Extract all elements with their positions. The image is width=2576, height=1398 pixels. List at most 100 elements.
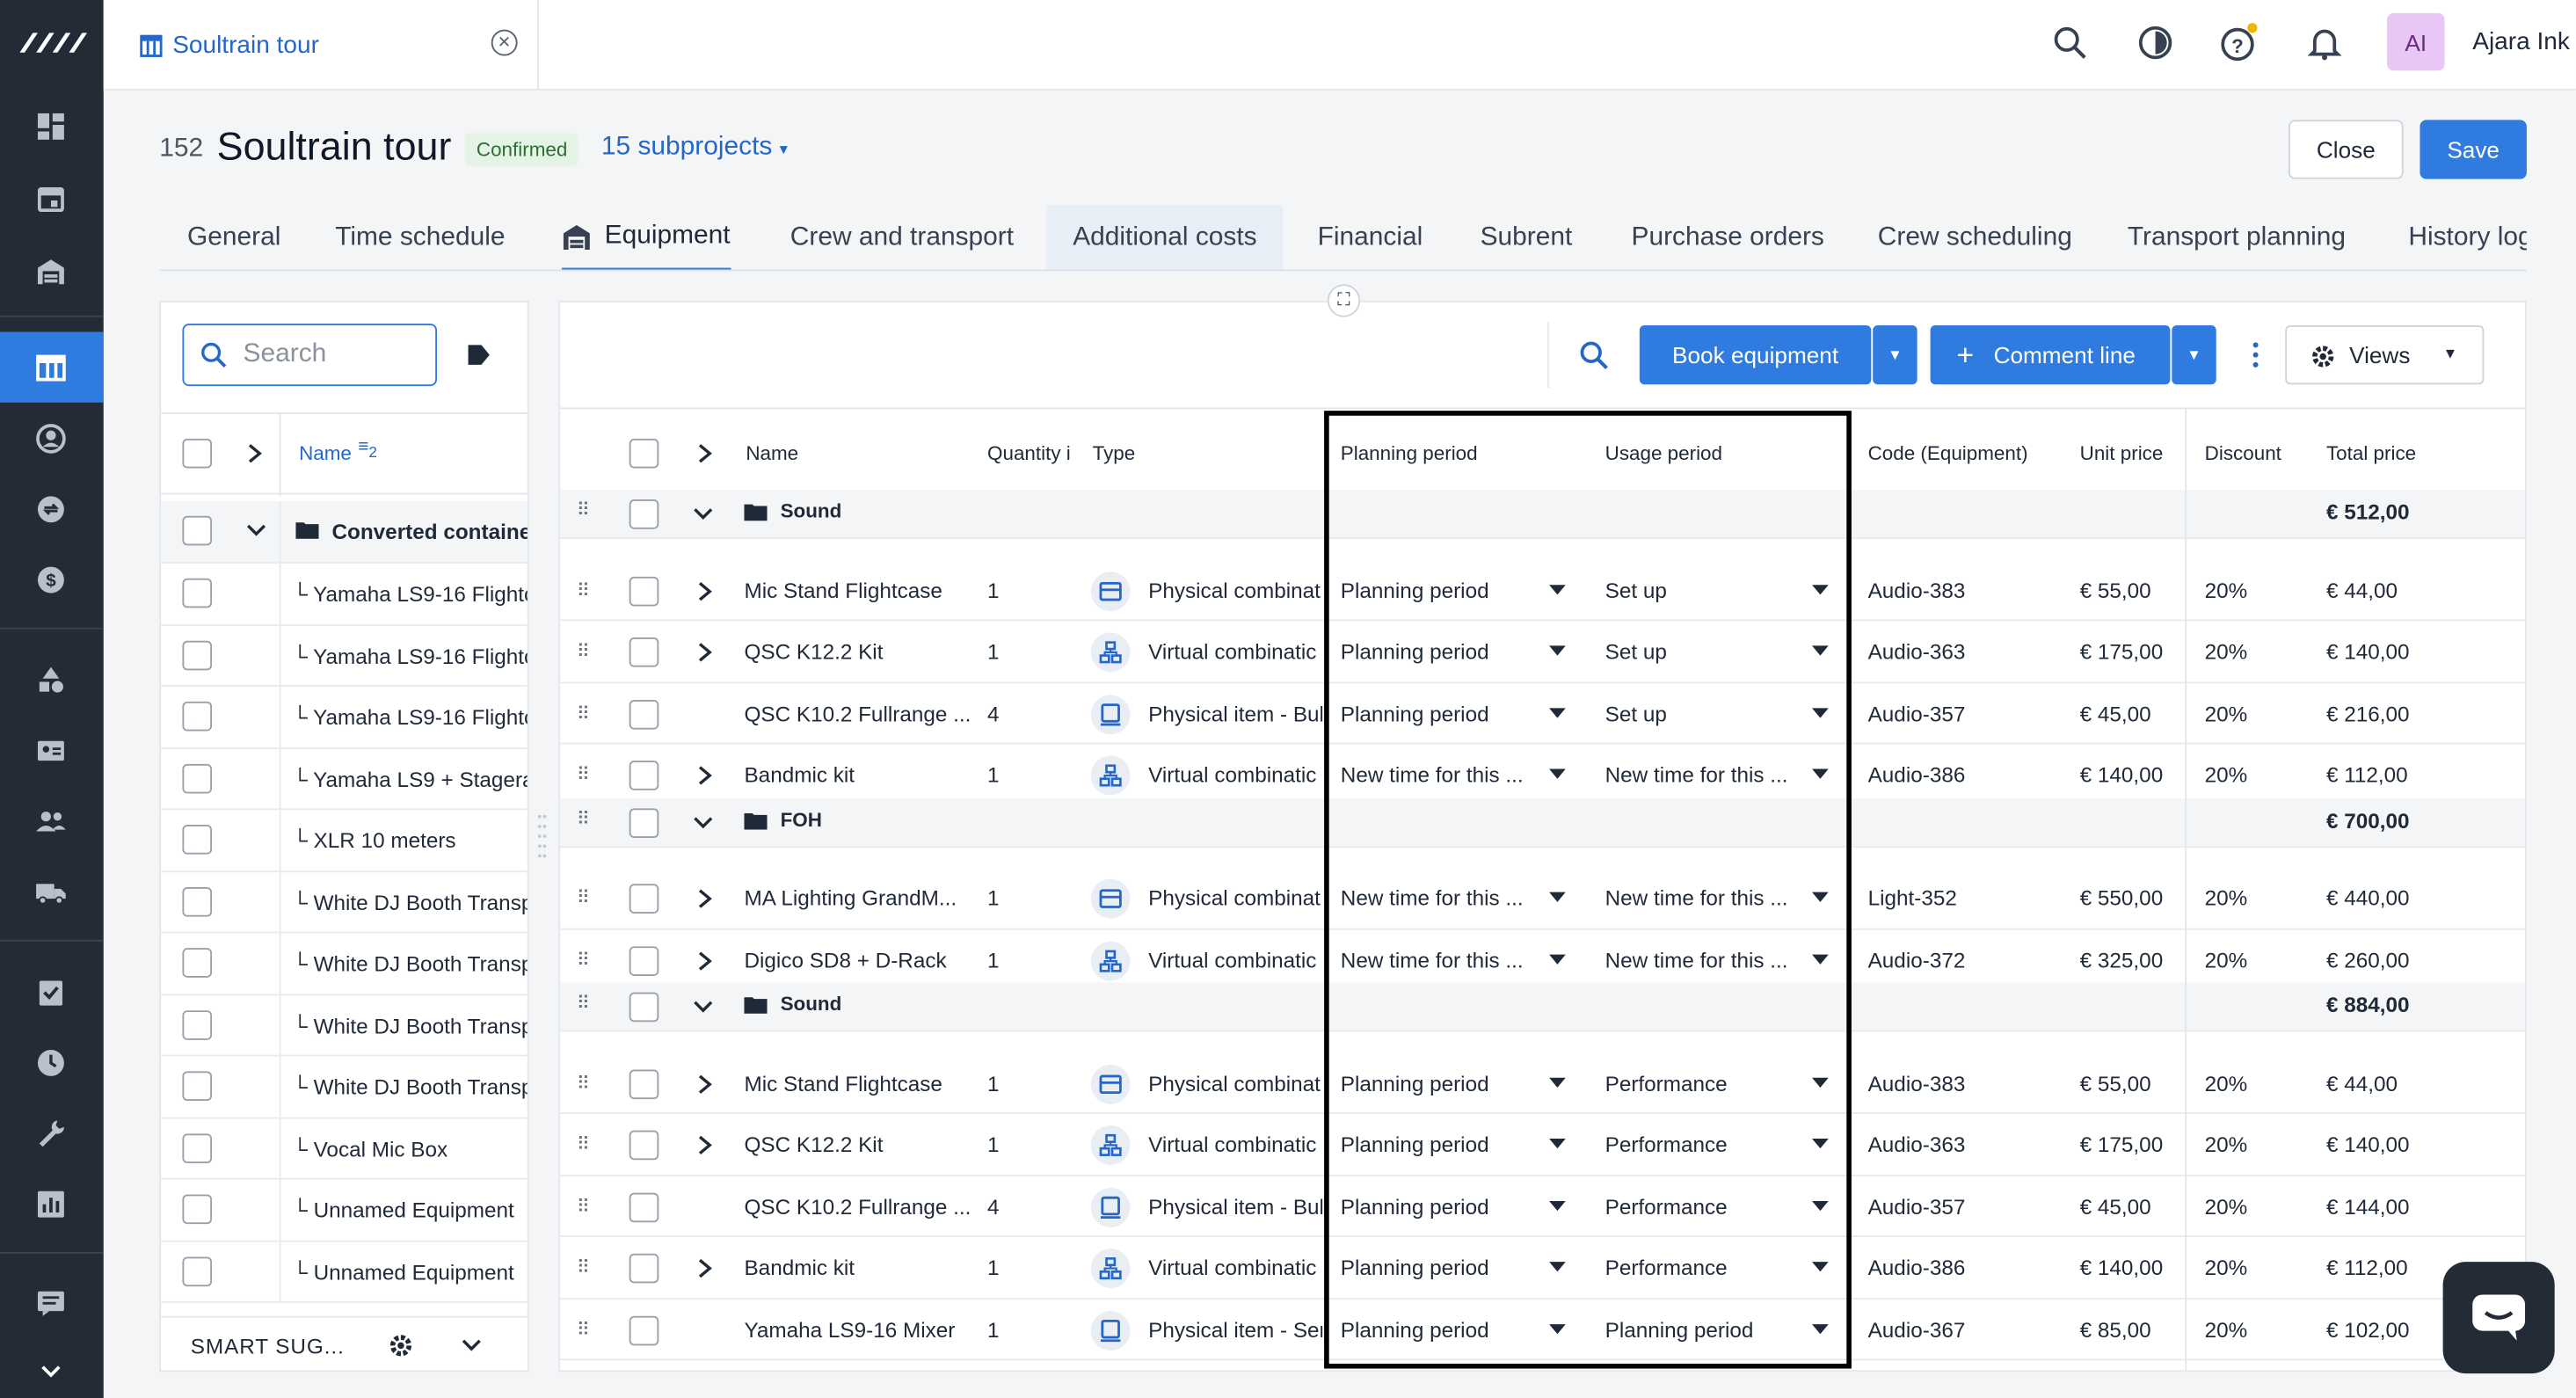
tab-transport-planning[interactable]: Transport planning [2128, 206, 2346, 270]
item-quantity[interactable]: 1 [987, 1256, 1000, 1280]
caret-down-icon[interactable] [1812, 953, 1829, 964]
app-logo[interactable] [13, 23, 92, 62]
tab-subrent[interactable]: Subrent [1481, 206, 1573, 270]
chevron-right-icon[interactable] [696, 950, 713, 970]
avatar[interactable]: AI [2387, 12, 2445, 71]
table-row[interactable]: ⠿ QSC K12.2 Kit 1 Virtual combinatic Plannin… [560, 621, 2526, 683]
row-checkbox[interactable] [629, 1130, 659, 1161]
planning-period-select[interactable]: New time for this ... [1341, 947, 1538, 972]
column-header-total-price[interactable]: Total price [2326, 442, 2416, 465]
caret-down-icon[interactable] [1549, 645, 1566, 656]
chevron-right-icon[interactable] [696, 889, 713, 908]
planning-period-select[interactable]: Planning period [1341, 701, 1538, 725]
caret-down-icon[interactable] [1549, 1200, 1566, 1211]
select-all-checkbox[interactable] [629, 438, 659, 469]
drag-handle-icon[interactable]: ⠿ [577, 499, 590, 521]
shapes-icon[interactable] [33, 662, 69, 698]
table-group-row[interactable]: ⠿ Sound € 884,00 [560, 982, 2526, 1032]
finance-icon[interactable]: $ [33, 562, 69, 598]
row-checkbox[interactable] [629, 761, 659, 790]
truck-icon[interactable] [33, 874, 69, 910]
table-row[interactable]: ⠿ MA Lighting GrandM... 1 Physical combinat… [560, 868, 2526, 929]
drag-handle-icon[interactable]: ⠿ [577, 949, 590, 970]
usage-period-select[interactable]: Set up [1605, 701, 1802, 725]
row-checkbox[interactable] [629, 1253, 659, 1284]
list-item[interactable]: └ Vocal Mic Box [161, 1118, 528, 1180]
list-item[interactable]: └ Yamaha LS9-16 Flightca [161, 687, 528, 749]
row-checkbox[interactable] [629, 499, 659, 529]
usage-period-select[interactable]: Performance [1605, 1194, 1802, 1219]
row-checkbox[interactable] [182, 578, 213, 608]
row-checkbox[interactable] [629, 884, 659, 914]
chevron-right-icon[interactable] [696, 1074, 713, 1093]
list-item[interactable]: └ White DJ Booth Transp [161, 933, 528, 995]
item-quantity[interactable]: 1 [987, 1070, 1000, 1095]
list-item[interactable]: └ Yamaha LS9-16 Flightca [161, 563, 528, 626]
drag-handle-icon[interactable]: ⠿ [577, 641, 590, 662]
row-checkbox[interactable] [629, 945, 659, 976]
row-checkbox[interactable] [629, 1314, 659, 1345]
item-quantity[interactable]: 1 [987, 1132, 1000, 1156]
row-checkbox[interactable] [182, 1256, 213, 1286]
caret-down-icon[interactable] [1812, 768, 1829, 779]
gear-icon[interactable] [388, 1332, 414, 1358]
table-row[interactable]: ⠿ Bandmic kit 1 Virtual combinatic Planning … [560, 1237, 2526, 1300]
table-row[interactable]: ⠿ Yamaha LS9-16 Mixer 1 Physical item - Ser… [560, 1299, 2526, 1361]
item-unit-price[interactable]: € 55,00 [2080, 578, 2151, 602]
item-name[interactable]: QSC K12.2 Kit [744, 1132, 979, 1156]
planning-period-select[interactable]: Planning period [1341, 1194, 1538, 1219]
column-header-quantity[interactable]: Quantity i [987, 442, 1071, 465]
chevron-right-icon[interactable] [696, 581, 713, 601]
tab-crew-scheduling[interactable]: Crew scheduling [1878, 206, 2072, 270]
tab-equipment[interactable]: Equipment [562, 206, 731, 270]
item-discount[interactable]: 20% [2205, 762, 2248, 787]
chevron-right-icon[interactable] [696, 643, 713, 662]
item-discount[interactable]: 20% [2205, 701, 2248, 725]
table-row[interactable]: ⠿ QSC K12.2 Kit 1 Virtual combinatic Plannin… [560, 1114, 2526, 1176]
row-checkbox[interactable] [629, 992, 659, 1023]
subprojects-dropdown[interactable]: 15 subprojects ▾ [601, 133, 788, 163]
row-checkbox[interactable] [182, 1071, 213, 1101]
caret-down-icon[interactable] [1549, 892, 1566, 902]
column-header-planning-period[interactable]: Planning period [1341, 442, 1478, 465]
caret-down-icon[interactable] [1812, 1076, 1829, 1088]
item-discount[interactable]: 20% [2205, 1070, 2248, 1095]
table-group-row[interactable]: ⠿ FOH € 700,00 [560, 797, 2526, 848]
item-quantity[interactable]: 1 [987, 1317, 1000, 1342]
row-checkbox[interactable] [629, 637, 659, 667]
list-item[interactable]: └ XLR 10 meters [161, 810, 528, 872]
list-item[interactable]: └ White DJ Booth Transp [161, 1056, 528, 1118]
item-name[interactable]: QSC K10.2 Fullrange ... [744, 701, 979, 725]
usage-period-select[interactable]: Performance [1605, 1132, 1802, 1156]
row-checkbox[interactable] [182, 1194, 213, 1225]
reports-icon[interactable] [33, 1186, 69, 1222]
row-checkbox[interactable] [182, 886, 213, 916]
list-item[interactable]: └ White DJ Booth Transp [161, 994, 528, 1057]
item-unit-price[interactable]: € 325,00 [2080, 947, 2164, 972]
caret-down-icon[interactable] [1549, 707, 1566, 717]
row-checkbox[interactable] [629, 699, 659, 729]
drag-handle-icon[interactable]: ⠿ [577, 764, 590, 785]
bell-icon[interactable] [2305, 23, 2345, 62]
item-unit-price[interactable]: € 175,00 [2080, 639, 2164, 664]
usage-period-select[interactable]: Set up [1605, 578, 1802, 602]
projects-icon[interactable] [33, 350, 69, 386]
item-name[interactable]: Mic Stand Flightcase [744, 1070, 979, 1095]
table-row[interactable]: ⠿ Mic Stand Flightcase 1 Physical combinat P… [560, 1052, 2526, 1114]
comment-line-dropdown[interactable]: ▼ [2172, 324, 2216, 385]
views-dropdown[interactable]: Views ▼ [2285, 324, 2485, 385]
item-quantity[interactable]: 1 [987, 885, 1000, 910]
sync-icon[interactable] [33, 491, 69, 528]
usage-period-select[interactable]: Set up [1605, 639, 1802, 664]
table-row[interactable]: ⠿ Digico SD8 + D-Rack 1 Virtual combinatic N… [560, 929, 2526, 991]
table-row[interactable]: ⠿ Bandmic kit 1 Virtual combinatic New time … [560, 744, 2526, 806]
caret-down-icon[interactable] [1812, 1323, 1829, 1334]
tasks-icon[interactable] [33, 974, 69, 1010]
item-unit-price[interactable]: € 55,00 [2080, 1070, 2151, 1095]
item-unit-price[interactable]: € 140,00 [2080, 762, 2164, 787]
item-unit-price[interactable]: € 140,00 [2080, 1256, 2164, 1280]
tab-additional-costs[interactable]: Additional costs [1046, 205, 1284, 270]
comment-line-button[interactable]: + Comment line [1930, 324, 2171, 385]
list-group-row[interactable]: Converted containe [161, 500, 528, 563]
messages-icon[interactable] [33, 1285, 69, 1321]
